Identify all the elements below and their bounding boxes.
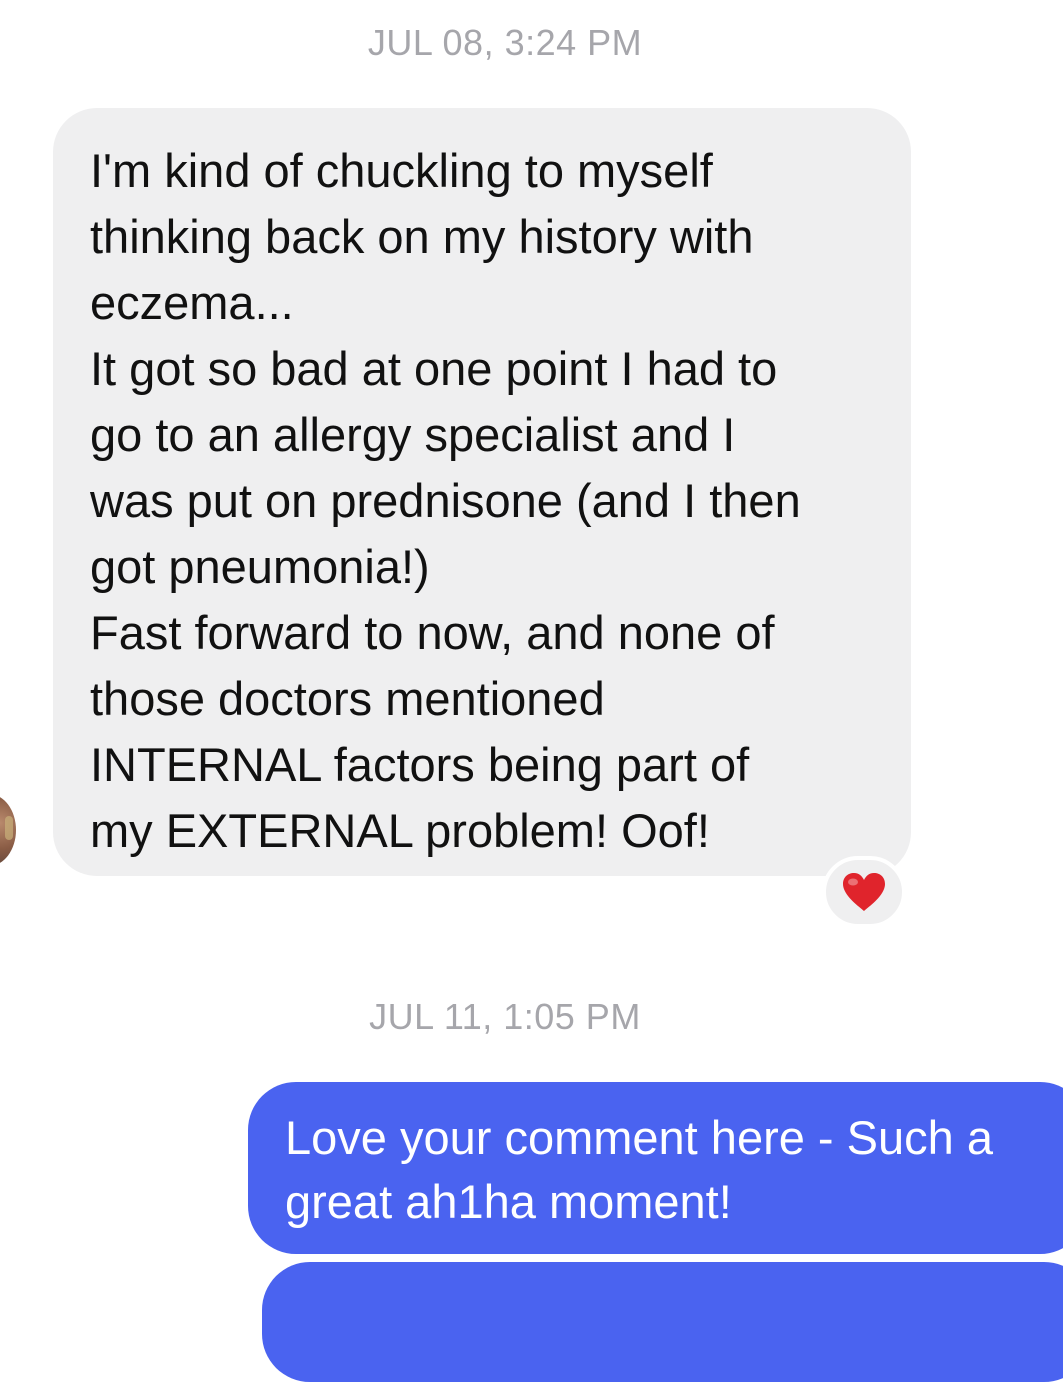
- message-line: great ah1ha moment!: [285, 1175, 732, 1228]
- timestamp: JUL 11, 1:05 PM: [369, 996, 641, 1037]
- timestamp: JUL 08, 3:24 PM: [367, 22, 643, 63]
- message-line: was put on prednisone (and I then: [90, 474, 801, 527]
- message-line: thinking back on my history with: [90, 210, 754, 263]
- heart-icon: [843, 873, 885, 911]
- heart-reaction[interactable]: [822, 856, 906, 928]
- message-line: It got so bad at one point I had to: [90, 342, 778, 395]
- outgoing-message-bubble[interactable]: Love your comment here - Such a great ah…: [248, 1082, 1063, 1254]
- message-line: eczema...: [90, 276, 294, 329]
- message-line: I'm kind of chuckling to myself: [90, 144, 713, 197]
- incoming-message-bubble[interactable]: I'm kind of chuckling to myself thinking…: [53, 108, 911, 876]
- sender-avatar[interactable]: [0, 794, 16, 866]
- outgoing-message-bubble-partial[interactable]: [262, 1262, 1063, 1382]
- message-line: Fast forward to now, and none of: [90, 606, 775, 659]
- message-line: go to an allergy specialist and I: [90, 408, 736, 461]
- message-line: got pneumonia!): [90, 540, 430, 593]
- message-line: INTERNAL factors being part of: [90, 738, 750, 791]
- message-line: Love your comment here - Such a: [285, 1111, 993, 1164]
- message-line: those doctors mentioned: [90, 672, 605, 725]
- message-line: my EXTERNAL problem! Oof!: [90, 804, 710, 857]
